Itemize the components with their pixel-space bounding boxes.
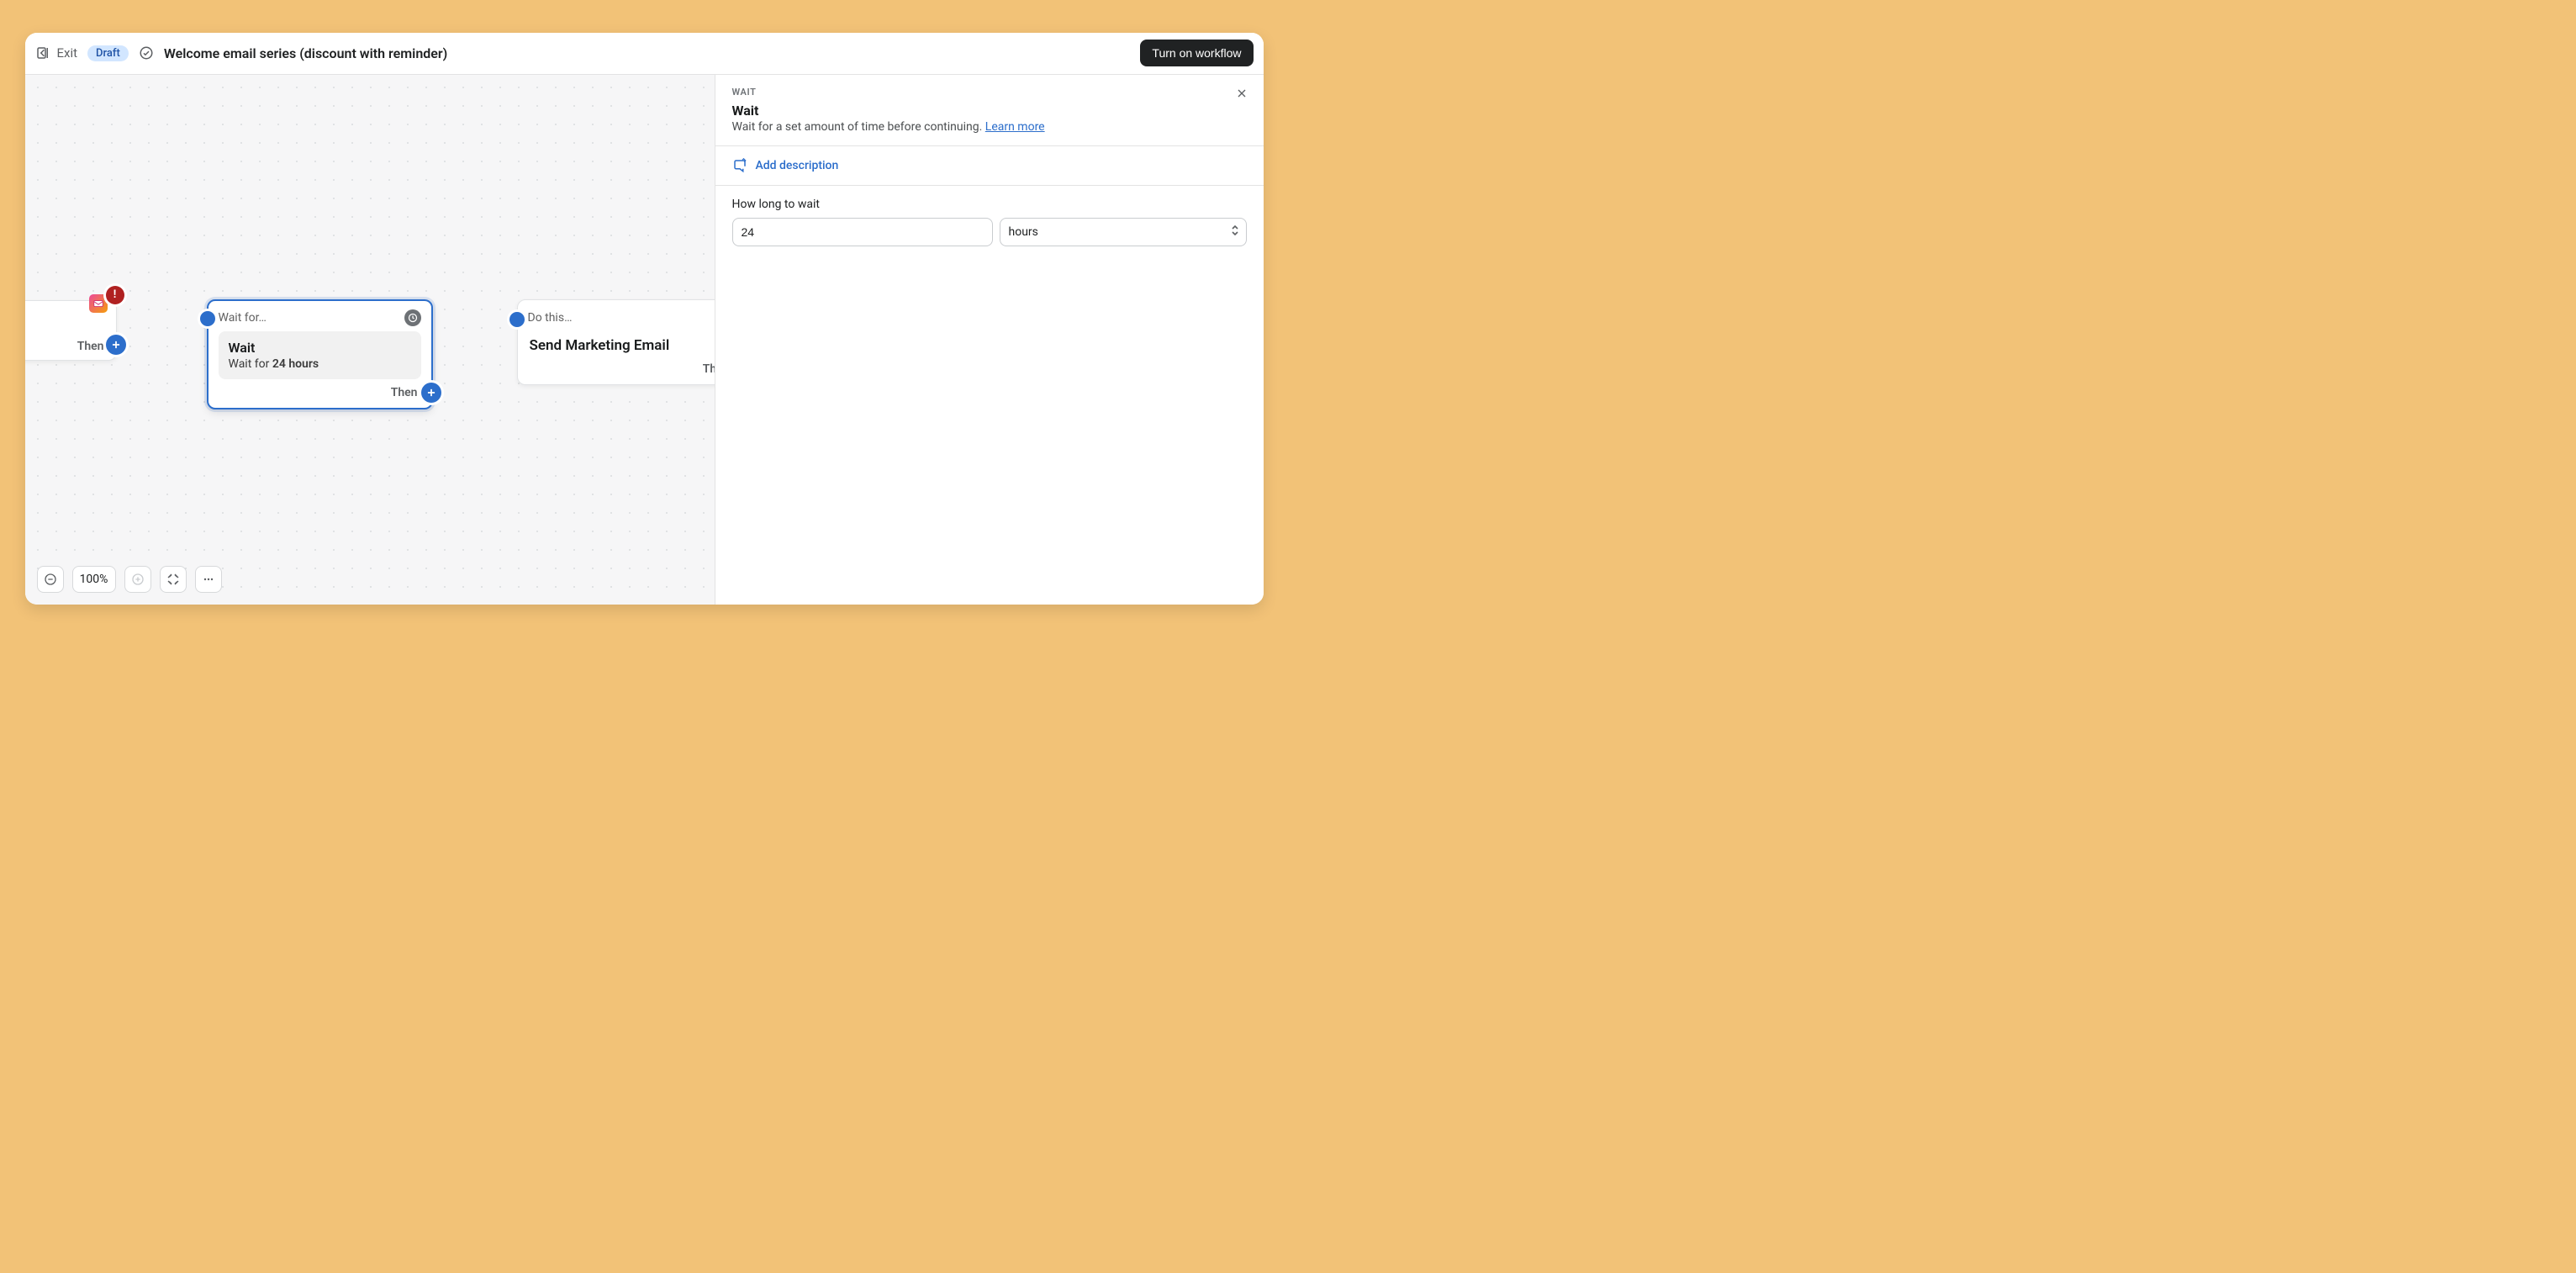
workflow-editor-window: Exit Draft Welcome email series (discoun… — [25, 33, 1264, 605]
email-app-icon — [89, 294, 108, 313]
node-input-handle[interactable] — [509, 312, 525, 327]
node-then-label: Then — [219, 386, 421, 399]
editor-main: ! mail Then Wait for… — [25, 75, 1264, 605]
close-panel-button[interactable] — [1232, 83, 1252, 107]
workflow-title: Welcome email series (discount with remi… — [164, 45, 447, 61]
exit-label: Exit — [57, 45, 78, 61]
node-header: Do this… — [528, 309, 715, 327]
learn-more-link[interactable]: Learn more — [985, 120, 1045, 134]
fit-view-button[interactable] — [160, 566, 187, 593]
clock-icon — [404, 309, 421, 326]
workflow-canvas[interactable]: ! mail Then Wait for… — [25, 75, 715, 605]
zoom-controls: 100% — [37, 566, 222, 593]
node-body-title: Send Marketing Email — [530, 337, 715, 354]
error-badge-icon: ! — [106, 286, 124, 304]
workflow-node-send-email[interactable]: Do this… Send Marketing Email Then — [517, 299, 715, 385]
node-body-title: Wait — [229, 340, 411, 356]
panel-description: Wait for a set amount of time before con… — [732, 120, 1045, 134]
note-icon — [732, 158, 747, 173]
duration-value-input[interactable] — [732, 218, 993, 246]
node-title: mail — [25, 313, 103, 330]
node-then-label: Then — [528, 362, 715, 376]
node-then-label: Then — [25, 340, 108, 353]
zoom-out-button[interactable] — [37, 566, 64, 593]
connector-layer — [25, 75, 277, 201]
node-body: Wait Wait for 24 hours — [219, 331, 421, 379]
zoom-percent-display[interactable]: 100% — [72, 566, 116, 593]
node-input-handle[interactable] — [200, 311, 215, 326]
validation-check-icon — [139, 45, 154, 61]
duration-field-row: hours — [732, 218, 1247, 246]
exit-button[interactable]: Exit — [35, 45, 78, 61]
more-options-button[interactable] — [195, 566, 222, 593]
workflow-node-email-partial[interactable]: ! mail Then — [25, 300, 117, 361]
add-description-label: Add description — [756, 159, 839, 172]
node-header-label: Do this… — [528, 311, 573, 325]
workflow-node-wait[interactable]: Wait for… Wait Wait for 24 hours Then — [207, 299, 433, 409]
side-panel: WAIT Wait Wait for a set amount of time … — [715, 75, 1264, 605]
turn-on-workflow-button[interactable]: Turn on workflow — [1140, 40, 1253, 66]
editor-header: Exit Draft Welcome email series (discoun… — [25, 33, 1264, 75]
exit-icon — [35, 45, 50, 61]
zoom-in-button[interactable] — [124, 566, 151, 593]
duration-unit-select[interactable]: hours — [1000, 218, 1247, 246]
node-header-label: Wait for… — [219, 311, 267, 325]
panel-title: Wait — [732, 103, 1045, 119]
panel-kicker: WAIT — [732, 87, 1045, 98]
add-description-button[interactable]: Add description — [715, 146, 1264, 185]
add-step-handle[interactable] — [106, 335, 126, 355]
duration-field-label: How long to wait — [732, 198, 1247, 211]
add-step-handle[interactable] — [421, 383, 441, 403]
node-body-subtitle: Wait for 24 hours — [229, 357, 411, 371]
status-badge: Draft — [87, 45, 129, 61]
node-header: Wait for… — [219, 309, 421, 326]
